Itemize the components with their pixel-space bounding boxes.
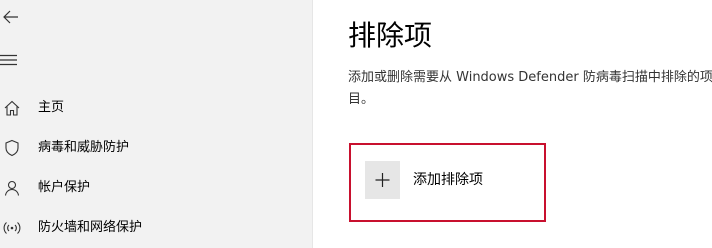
page-title: 排除项 [348,19,433,52]
sidebar-item-label: 防火墙和网络保护 [38,220,143,235]
person-icon [2,178,22,198]
page-description: 添加或删除需要从 Windows Defender 防病毒扫描中排除的项目。 [348,70,712,107]
sidebar-item-label: 病毒和威胁防护 [38,140,130,155]
plus-tile [365,161,400,199]
home-icon [2,98,22,118]
wifi-icon [2,218,22,238]
sidebar-item-label: 帐户保护 [38,180,91,195]
back-button[interactable] [0,4,26,30]
hamburger-icon [0,54,17,66]
main-content: 排除项 添加或删除需要从 Windows Defender 防病毒扫描中排除的项… [313,0,712,248]
sidebar-item-label: 主页 [38,100,65,115]
plus-icon [375,173,390,187]
back-arrow-icon [3,10,18,24]
shield-icon [2,138,22,158]
add-exclusion-label: 添加排除项 [413,172,483,188]
sidebar-item-firewall[interactable]: 防火墙和网络保护 [0,209,312,247]
sidebar-item-account-protection[interactable]: 帐户保护 [0,169,312,207]
menu-button[interactable] [0,50,26,70]
sidebar-item-home[interactable]: 主页 [0,89,312,127]
add-exclusion-button[interactable]: 添加排除项 [365,161,538,199]
sidebar: 主页 病毒和威胁防护 帐户保护 防火墙和网络保护 [0,0,312,248]
sidebar-item-virus-protection[interactable]: 病毒和威胁防护 [0,129,312,167]
